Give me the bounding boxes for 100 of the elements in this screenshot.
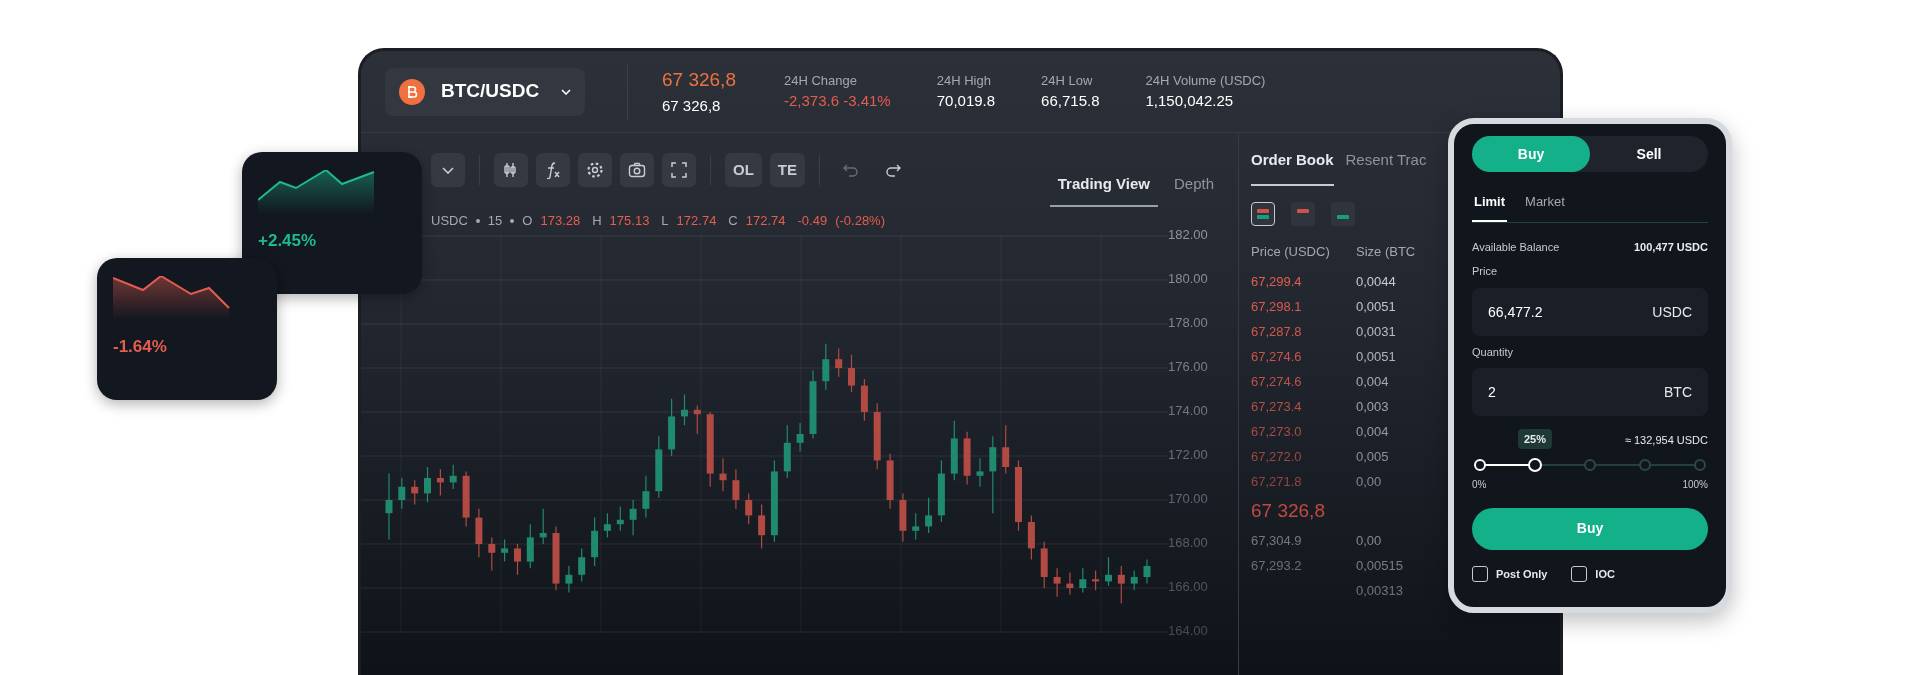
interval-label: 15: [487, 212, 503, 231]
order-book-view-button[interactable]: [1251, 201, 1275, 226]
candle: [886, 453, 894, 510]
candle: [809, 369, 817, 439]
dropdown-button[interactable]: [431, 153, 465, 187]
candle: [963, 431, 971, 486]
unit-label: USDC: [1652, 302, 1692, 321]
percent-slider[interactable]: [1473, 456, 1707, 473]
candle: [565, 565, 573, 593]
last-price: 67 326,8: [662, 68, 736, 92]
candle: [385, 473, 393, 541]
slider-max-label: 100%: [1682, 477, 1708, 492]
ohlc-value: 172.74: [676, 212, 717, 231]
candle: [860, 378, 868, 422]
candle: [526, 523, 534, 569]
candle: [475, 508, 483, 558]
stat-label: 24H Volume (USDC): [1145, 71, 1266, 90]
candle: [848, 354, 855, 393]
order-book-layout-icon: [1337, 214, 1349, 219]
candle: [629, 499, 637, 536]
chevron-down-icon: [561, 88, 571, 95]
candle: [1143, 558, 1151, 585]
redo-arrow-icon: [884, 163, 902, 177]
candle: [1079, 567, 1087, 593]
slider-step-dot: [1584, 458, 1596, 471]
ask-size: 0,004: [1356, 423, 1389, 442]
checkbox-label: Post Only: [1496, 566, 1548, 582]
slider-step-dot: [1694, 458, 1706, 471]
candle: [539, 508, 547, 545]
quantity-label: Quantity: [1472, 344, 1514, 360]
toolbar-button[interactable]: [620, 153, 654, 187]
candle: [411, 479, 419, 505]
order-type-tab[interactable]: Limit: [1472, 188, 1508, 222]
ask-price: 67,298.1: [1251, 298, 1303, 317]
side-toggle[interactable]: Sell: [1590, 136, 1708, 172]
order-book-view-button[interactable]: [1331, 201, 1355, 226]
order-type-tab[interactable]: Market: [1523, 188, 1567, 222]
candle: [899, 492, 907, 543]
toolbar-button[interactable]: [536, 153, 570, 187]
candle: [1117, 565, 1125, 604]
candle: [822, 343, 830, 391]
checkbox[interactable]: [1571, 565, 1588, 582]
column-header: Price (USDC): [1251, 242, 1331, 261]
stat-value: 1,150,042.25: [1145, 91, 1235, 111]
candle: [424, 466, 431, 503]
stat-label: 24H Change: [783, 71, 858, 90]
ask-price: 67,273.4: [1251, 398, 1303, 417]
bid-price: 67,304.9: [1251, 532, 1303, 551]
toolbar-button[interactable]: OL: [725, 153, 762, 187]
estimate-value: ≈ 132,954 USDC: [1624, 433, 1708, 448]
candle: [758, 503, 766, 549]
candle: [398, 477, 406, 510]
pair-selector[interactable]: BTC/USDC: [385, 67, 585, 116]
candle: [1027, 514, 1035, 560]
ask-price: 67,271.8: [1251, 473, 1303, 492]
undo-arrow-icon: [842, 163, 860, 177]
candle: [488, 536, 496, 571]
axis-tick-label: 182.00: [1168, 226, 1209, 244]
slider-step-dot: [1474, 458, 1486, 471]
order-book-tab[interactable]: Resent Trac: [1345, 133, 1427, 186]
candle: [925, 497, 933, 534]
checkbox[interactable]: [1472, 565, 1488, 582]
bid-size: 0,00313: [1356, 582, 1403, 601]
view-tab[interactable]: Trading View: [1049, 166, 1158, 207]
order-book-tab[interactable]: Order Book: [1251, 133, 1334, 186]
candle: [1040, 541, 1048, 589]
symbol-label: USDC: [431, 212, 468, 231]
ask-size: 0,0051: [1356, 348, 1396, 367]
ohlc-value: 175.13: [609, 212, 650, 231]
separator-dot-icon: [475, 219, 480, 223]
candle: [693, 404, 701, 435]
axis-tick-label: 168.00: [1168, 534, 1209, 552]
ohlc-label: H: [592, 212, 602, 231]
function-icon: [544, 161, 562, 179]
stat-value: -2,373.6 -3.41%: [783, 91, 891, 111]
view-tab[interactable]: Depth: [1165, 166, 1222, 207]
separator-dot-icon: [510, 219, 515, 223]
candle: [668, 398, 676, 457]
order-book-layout-icon: [1257, 208, 1269, 219]
toolbar-button[interactable]: [578, 153, 612, 187]
mid-price: 67 326,8: [1251, 499, 1325, 524]
slider-thumb[interactable]: [1528, 457, 1542, 472]
candle: [1130, 569, 1138, 591]
ask-size: 0,003: [1356, 398, 1389, 417]
toolbar-button[interactable]: [662, 153, 696, 187]
ohlc-value: 172.74: [745, 212, 786, 231]
fullscreen-icon: [670, 161, 688, 179]
candle: [681, 393, 688, 426]
candle: [937, 459, 945, 523]
ask-size: 0,00: [1356, 473, 1382, 492]
candle: [873, 402, 881, 470]
candle: [449, 464, 457, 490]
balance-label: Available Balance: [1472, 239, 1560, 255]
candle: [578, 547, 586, 582]
toolbar-button[interactable]: [494, 153, 528, 187]
checkbox-label: IOC: [1595, 566, 1615, 582]
settings-icon: [586, 161, 604, 179]
toolbar-button[interactable]: TE: [769, 153, 805, 187]
stat-value: 70,019.8: [936, 91, 996, 111]
bid-size: 0,00515: [1356, 557, 1403, 576]
